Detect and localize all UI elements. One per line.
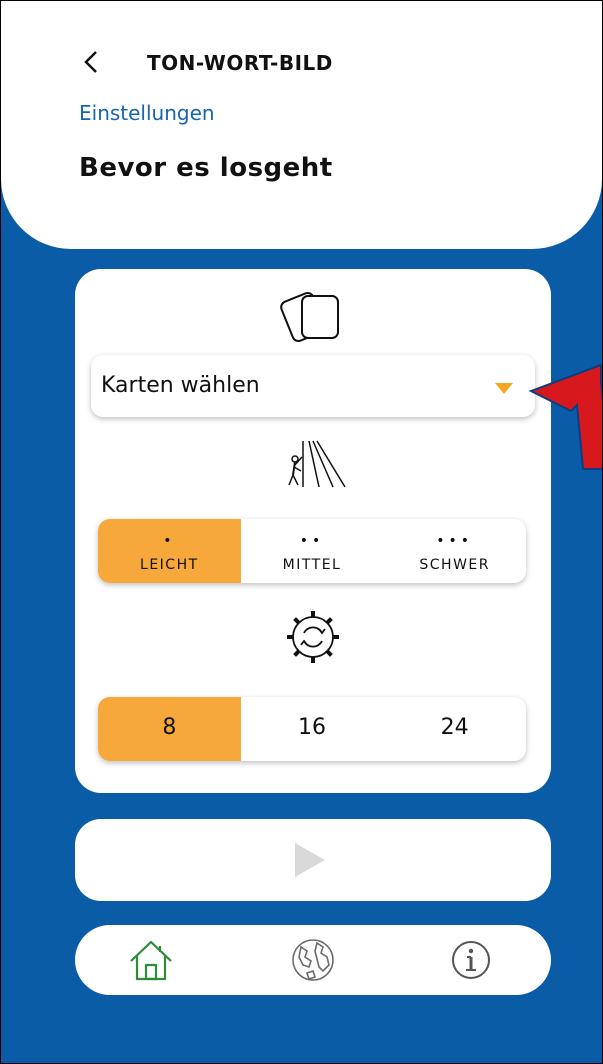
- difficulty-dots: •: [163, 533, 176, 549]
- play-button[interactable]: [75, 819, 551, 901]
- page-title: Bevor es losgeht: [79, 153, 333, 183]
- difficulty-label: LEICHT: [140, 557, 199, 573]
- card-count-option-24[interactable]: 24: [383, 697, 526, 761]
- card-count-option-16[interactable]: 16: [241, 697, 384, 761]
- difficulty-dots: ••: [299, 533, 325, 549]
- card-select-label: Karten wählen: [101, 373, 260, 398]
- play-icon: [295, 843, 325, 877]
- chevron-down-icon: [495, 383, 513, 394]
- card-count-label: 8: [162, 715, 177, 740]
- difficulty-option-leicht[interactable]: • LEICHT: [98, 519, 241, 583]
- breadcrumb[interactable]: Einstellungen: [79, 101, 215, 125]
- app-title: TON-WORT-BILD: [147, 51, 333, 75]
- app-frame: TON-WORT-BILD Einstellungen Bevor es los…: [0, 0, 603, 1064]
- card-count-selector: 8 16 24: [98, 697, 526, 761]
- globe-icon[interactable]: [289, 937, 337, 983]
- header: TON-WORT-BILD Einstellungen Bevor es los…: [1, 1, 602, 249]
- card-count-label: 24: [440, 715, 469, 740]
- difficulty-option-schwer[interactable]: ••• SCHWER: [383, 519, 526, 583]
- annotation-arrow-icon: [528, 363, 602, 470]
- card-count-option-8[interactable]: 8: [98, 697, 241, 761]
- cards-icon: [280, 291, 339, 343]
- difficulty-label: MITTEL: [282, 557, 342, 573]
- gear-refresh-icon: [287, 611, 339, 663]
- bottom-nav: [75, 925, 551, 995]
- difficulty-label: SCHWER: [419, 557, 490, 573]
- card-count-label: 16: [298, 715, 326, 740]
- climbing-icon: [288, 440, 346, 488]
- card-select-dropdown[interactable]: Karten wählen: [91, 355, 535, 417]
- difficulty-selector: • LEICHT •• MITTEL ••• SCHWER: [98, 519, 526, 583]
- home-icon[interactable]: [127, 937, 175, 983]
- info-icon[interactable]: [447, 937, 495, 983]
- difficulty-dots: •••: [436, 533, 474, 549]
- chevron-left-icon[interactable]: [79, 49, 105, 75]
- difficulty-option-mittel[interactable]: •• MITTEL: [241, 519, 384, 583]
